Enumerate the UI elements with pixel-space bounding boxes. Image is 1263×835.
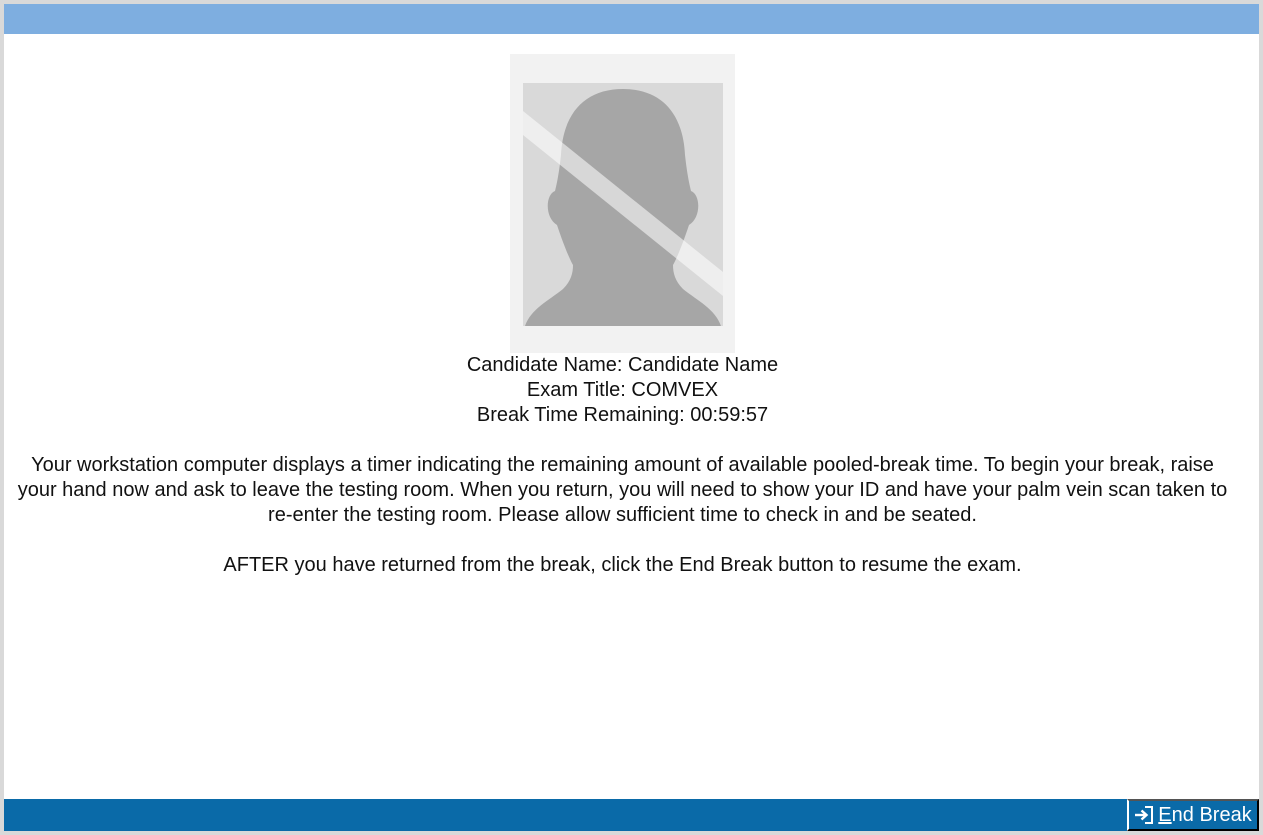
top-bar [4,4,1259,34]
exam-title-line: Exam Title: COMVEX [526,379,719,401]
break-instructions: Your workstation computer displays a tim… [17,454,1228,526]
candidate-name-line: Candidate Name: Candidate Name [466,354,779,376]
end-break-label: End Break [1158,803,1252,826]
sign-in-icon [1134,806,1154,824]
bottom-toolbar: End Break [4,799,1259,831]
end-break-instruction: AFTER you have returned from the break, … [223,554,1022,576]
end-break-button[interactable]: End Break [1127,799,1259,831]
no-photo-placeholder-icon [523,83,723,326]
candidate-info: Candidate Name: Candidate Name Exam Titl… [4,353,1241,428]
candidate-photo [510,54,735,353]
break-screen: Candidate Name: Candidate Name Exam Titl… [4,4,1259,831]
break-time-remaining-line: Break Time Remaining: 00:59:57 [476,404,769,426]
